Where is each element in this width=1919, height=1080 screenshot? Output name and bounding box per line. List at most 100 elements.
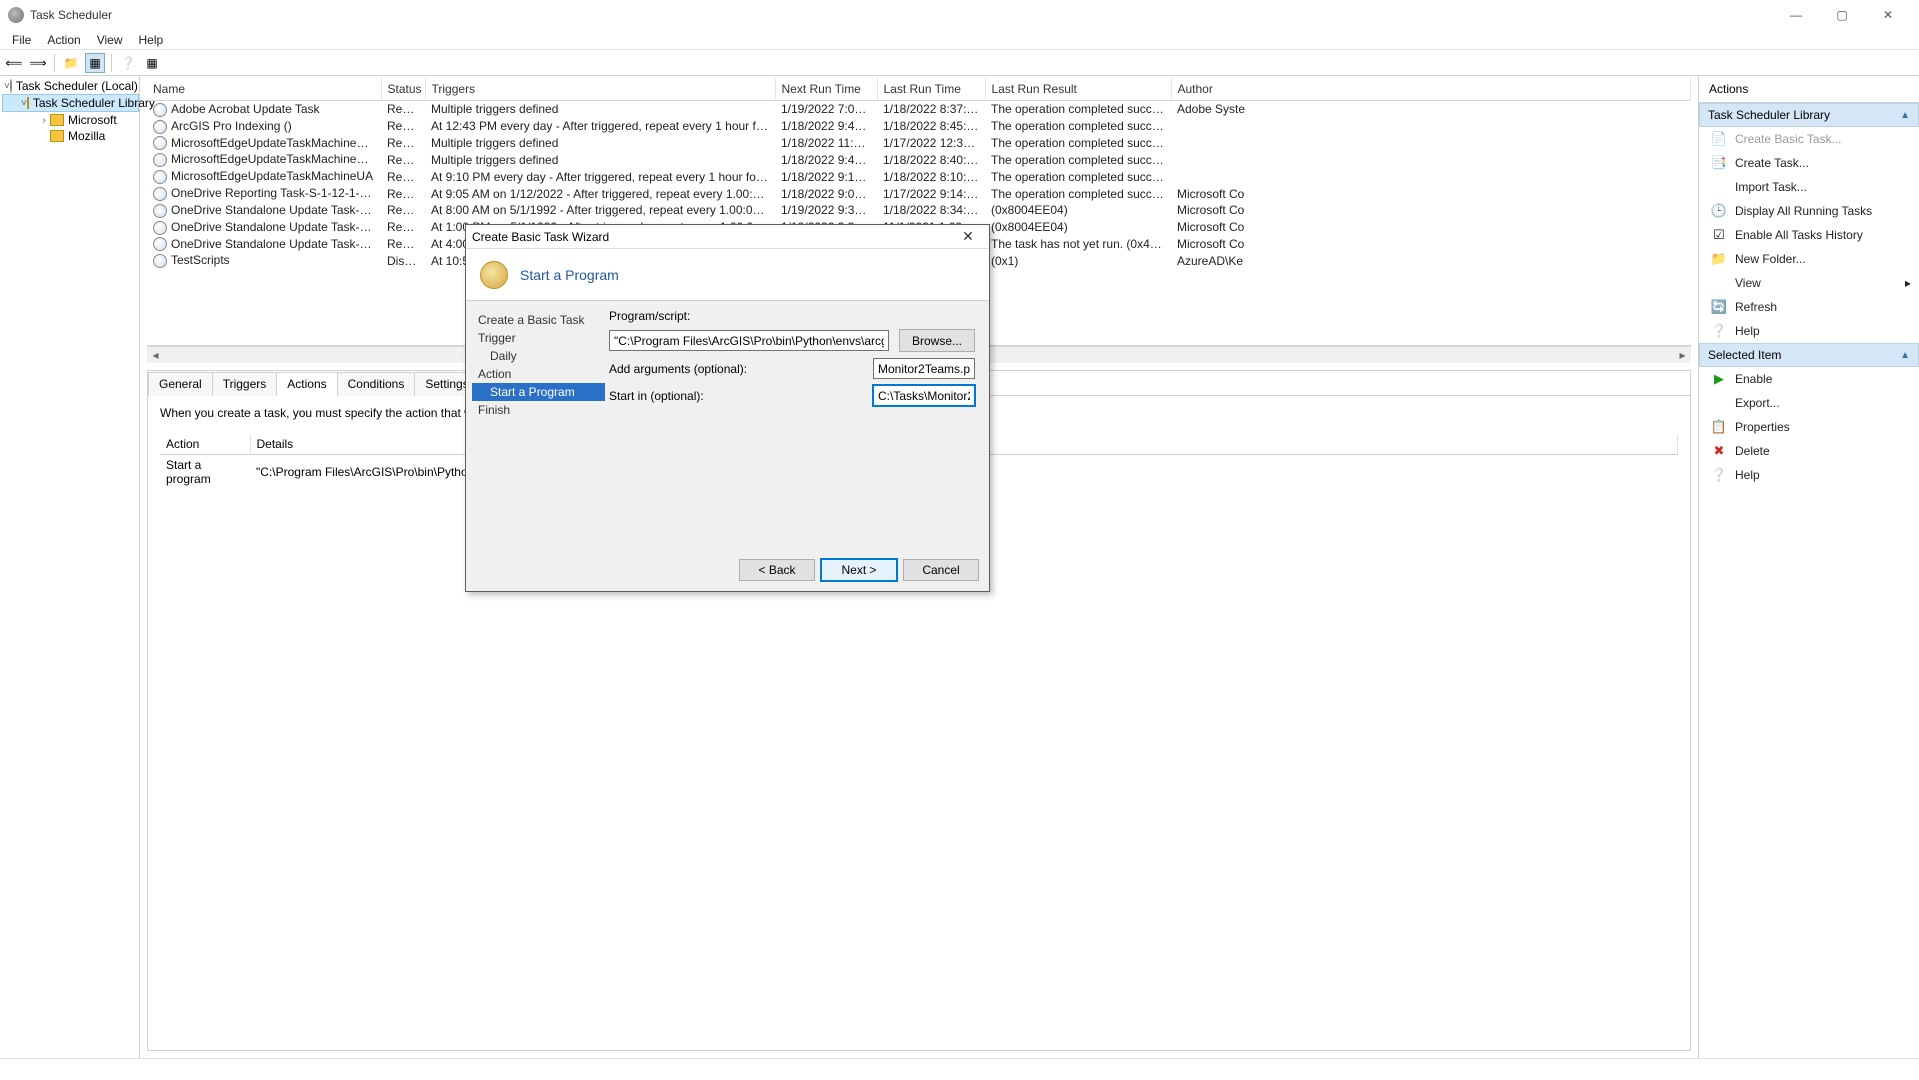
action-enable[interactable]: ▶Enable — [1699, 367, 1919, 391]
task-row[interactable]: OneDrive Standalone Update Task-S-1-12-1… — [147, 202, 1691, 219]
action-export-[interactable]: Export... — [1699, 391, 1919, 415]
collapse-icon[interactable]: ▲ — [1900, 350, 1910, 361]
details-col-action[interactable]: Action — [160, 434, 250, 455]
scroll-right-icon[interactable]: ▸ — [1674, 347, 1691, 363]
task-icon — [153, 221, 167, 235]
task-row[interactable]: Adobe Acrobat Update TaskReadyMultiple t… — [147, 101, 1691, 118]
collapse-icon[interactable]: ▲ — [1900, 110, 1910, 121]
startin-input[interactable] — [873, 385, 975, 406]
cancel-button[interactable]: Cancel — [903, 559, 979, 581]
task-row[interactable]: OneDrive Reporting Task-S-1-12-1-1481391… — [147, 185, 1691, 202]
action-help[interactable]: ❔Help — [1699, 463, 1919, 487]
dialog-header: Start a Program — [466, 249, 989, 301]
maximize-button[interactable]: ▢ — [1819, 0, 1865, 30]
action-label: Properties — [1735, 420, 1790, 434]
tab-triggers[interactable]: Triggers — [212, 372, 278, 396]
tab-actions[interactable]: Actions — [276, 372, 337, 396]
actions-section-selected[interactable]: Selected Item ▲ — [1699, 343, 1919, 367]
col-name[interactable]: Name — [147, 78, 381, 101]
task-row[interactable]: MicrosoftEdgeUpdateTaskMachineUAReadyAt … — [147, 168, 1691, 185]
dialog-buttons: < Back Next > Cancel — [739, 559, 979, 581]
wizard-step-finish[interactable]: Finish — [472, 401, 605, 419]
wizard-step-create-a-basic-task[interactable]: Create a Basic Task — [472, 311, 605, 329]
column-headers: Name Status Triggers Next Run Time Last … — [147, 78, 1691, 101]
action-help[interactable]: ❔Help — [1699, 319, 1919, 343]
tab-conditions[interactable]: Conditions — [337, 372, 416, 396]
nav-forward-button[interactable]: ⟹ — [28, 53, 48, 73]
folder-icon — [27, 97, 29, 109]
collapse-icon[interactable]: ˅ — [4, 81, 10, 92]
expand-icon[interactable]: › — [38, 115, 50, 126]
toolbar-icon-1[interactable]: 📁 — [61, 53, 81, 73]
action-delete[interactable]: ✖ Delete — [1699, 439, 1919, 463]
dialog-close-button[interactable]: ✕ — [953, 228, 983, 245]
action-label: Enable All Tasks History — [1735, 228, 1863, 242]
tree-root-label: Task Scheduler (Local) — [16, 79, 138, 93]
menu-file[interactable]: File — [4, 31, 39, 49]
col-next-run[interactable]: Next Run Time — [775, 78, 877, 101]
col-triggers[interactable]: Triggers — [425, 78, 775, 101]
dialog-titlebar[interactable]: Create Basic Task Wizard ✕ — [466, 225, 989, 249]
tree-mozilla[interactable]: Mozilla — [2, 128, 139, 144]
create-basic-task-wizard: Create Basic Task Wizard ✕ Start a Progr… — [465, 224, 990, 592]
action-label: Delete — [1735, 444, 1770, 458]
task-row[interactable]: MicrosoftEdgeUpdateTaskMachineCore1d7cf2… — [147, 151, 1691, 168]
action-import-task-[interactable]: Import Task... — [1699, 175, 1919, 199]
toolbar-help-icon[interactable]: ❔ — [118, 53, 138, 73]
wizard-step-trigger[interactable]: Trigger — [472, 329, 605, 347]
browse-button[interactable]: Browse... — [899, 329, 975, 352]
wizard-step-action[interactable]: Action — [472, 365, 605, 383]
nav-back-button[interactable]: ⟸ — [4, 53, 24, 73]
actions-section-library[interactable]: Task Scheduler Library ▲ — [1699, 103, 1919, 127]
folder-icon — [50, 130, 64, 142]
tab-general[interactable]: General — [148, 372, 213, 396]
action-label: Enable — [1735, 372, 1772, 386]
task-icon — [153, 120, 167, 134]
tree-root[interactable]: ˅ Task Scheduler (Local) — [2, 78, 139, 94]
titlebar: Task Scheduler — ▢ ✕ — [0, 0, 1919, 30]
col-last-result[interactable]: Last Run Result — [985, 78, 1171, 101]
status-bar — [0, 1058, 1919, 1080]
toolbar-icon-2[interactable]: ▦ — [85, 53, 105, 73]
wizard-icon — [480, 261, 508, 289]
minimize-button[interactable]: — — [1773, 0, 1819, 30]
action-label: Help — [1735, 468, 1760, 482]
toolbar-icon-3[interactable]: ▦ — [142, 53, 162, 73]
action-label: Help — [1735, 324, 1760, 338]
tree-library[interactable]: ˅ Task Scheduler Library — [2, 94, 139, 112]
action-view[interactable]: View▸ — [1699, 271, 1919, 295]
wizard-step-start-a-program[interactable]: Start a Program — [472, 383, 605, 401]
scroll-left-icon[interactable]: ◂ — [147, 347, 164, 363]
task-icon — [153, 170, 167, 184]
app-icon — [8, 7, 24, 23]
action-label: Create Basic Task... — [1735, 132, 1842, 146]
program-input[interactable] — [609, 330, 889, 351]
action-create-task-[interactable]: 📑 Create Task... — [1699, 151, 1919, 175]
col-status[interactable]: Status — [381, 78, 425, 101]
menu-help[interactable]: Help — [131, 31, 172, 49]
col-last-run[interactable]: Last Run Time — [877, 78, 985, 101]
wizard-step-daily[interactable]: Daily — [472, 347, 605, 365]
action-icon — [1711, 395, 1727, 411]
back-button[interactable]: < Back — [739, 559, 815, 581]
next-button[interactable]: Next > — [821, 559, 897, 581]
action-icon: ✖ — [1711, 443, 1727, 459]
toolbar: ⟸ ⟹ 📁 ▦ ❔ ▦ — [0, 50, 1919, 76]
action-new-folder-[interactable]: 📁New Folder... — [1699, 247, 1919, 271]
action-properties[interactable]: 📋Properties — [1699, 415, 1919, 439]
menu-view[interactable]: View — [89, 31, 131, 49]
menu-action[interactable]: Action — [39, 31, 88, 49]
action-enable-all-tasks-history[interactable]: ☑Enable All Tasks History — [1699, 223, 1919, 247]
tree-microsoft[interactable]: › Microsoft — [2, 112, 139, 128]
task-row[interactable]: ArcGIS Pro Indexing ()ReadyAt 12:43 PM e… — [147, 118, 1691, 135]
scheduler-icon — [10, 79, 12, 93]
arguments-input[interactable] — [873, 358, 975, 379]
action-refresh[interactable]: 🔄Refresh — [1699, 295, 1919, 319]
task-row[interactable]: MicrosoftEdgeUpdateTaskMachineCoreReadyM… — [147, 135, 1691, 152]
close-button[interactable]: ✕ — [1865, 0, 1911, 30]
action-icon: 📑 — [1711, 155, 1727, 171]
col-author[interactable]: Author — [1171, 78, 1691, 101]
tree-item-label: Microsoft — [68, 113, 117, 127]
action-label: Create Task... — [1735, 156, 1809, 170]
action-display-all-running-tasks[interactable]: 🕒Display All Running Tasks — [1699, 199, 1919, 223]
